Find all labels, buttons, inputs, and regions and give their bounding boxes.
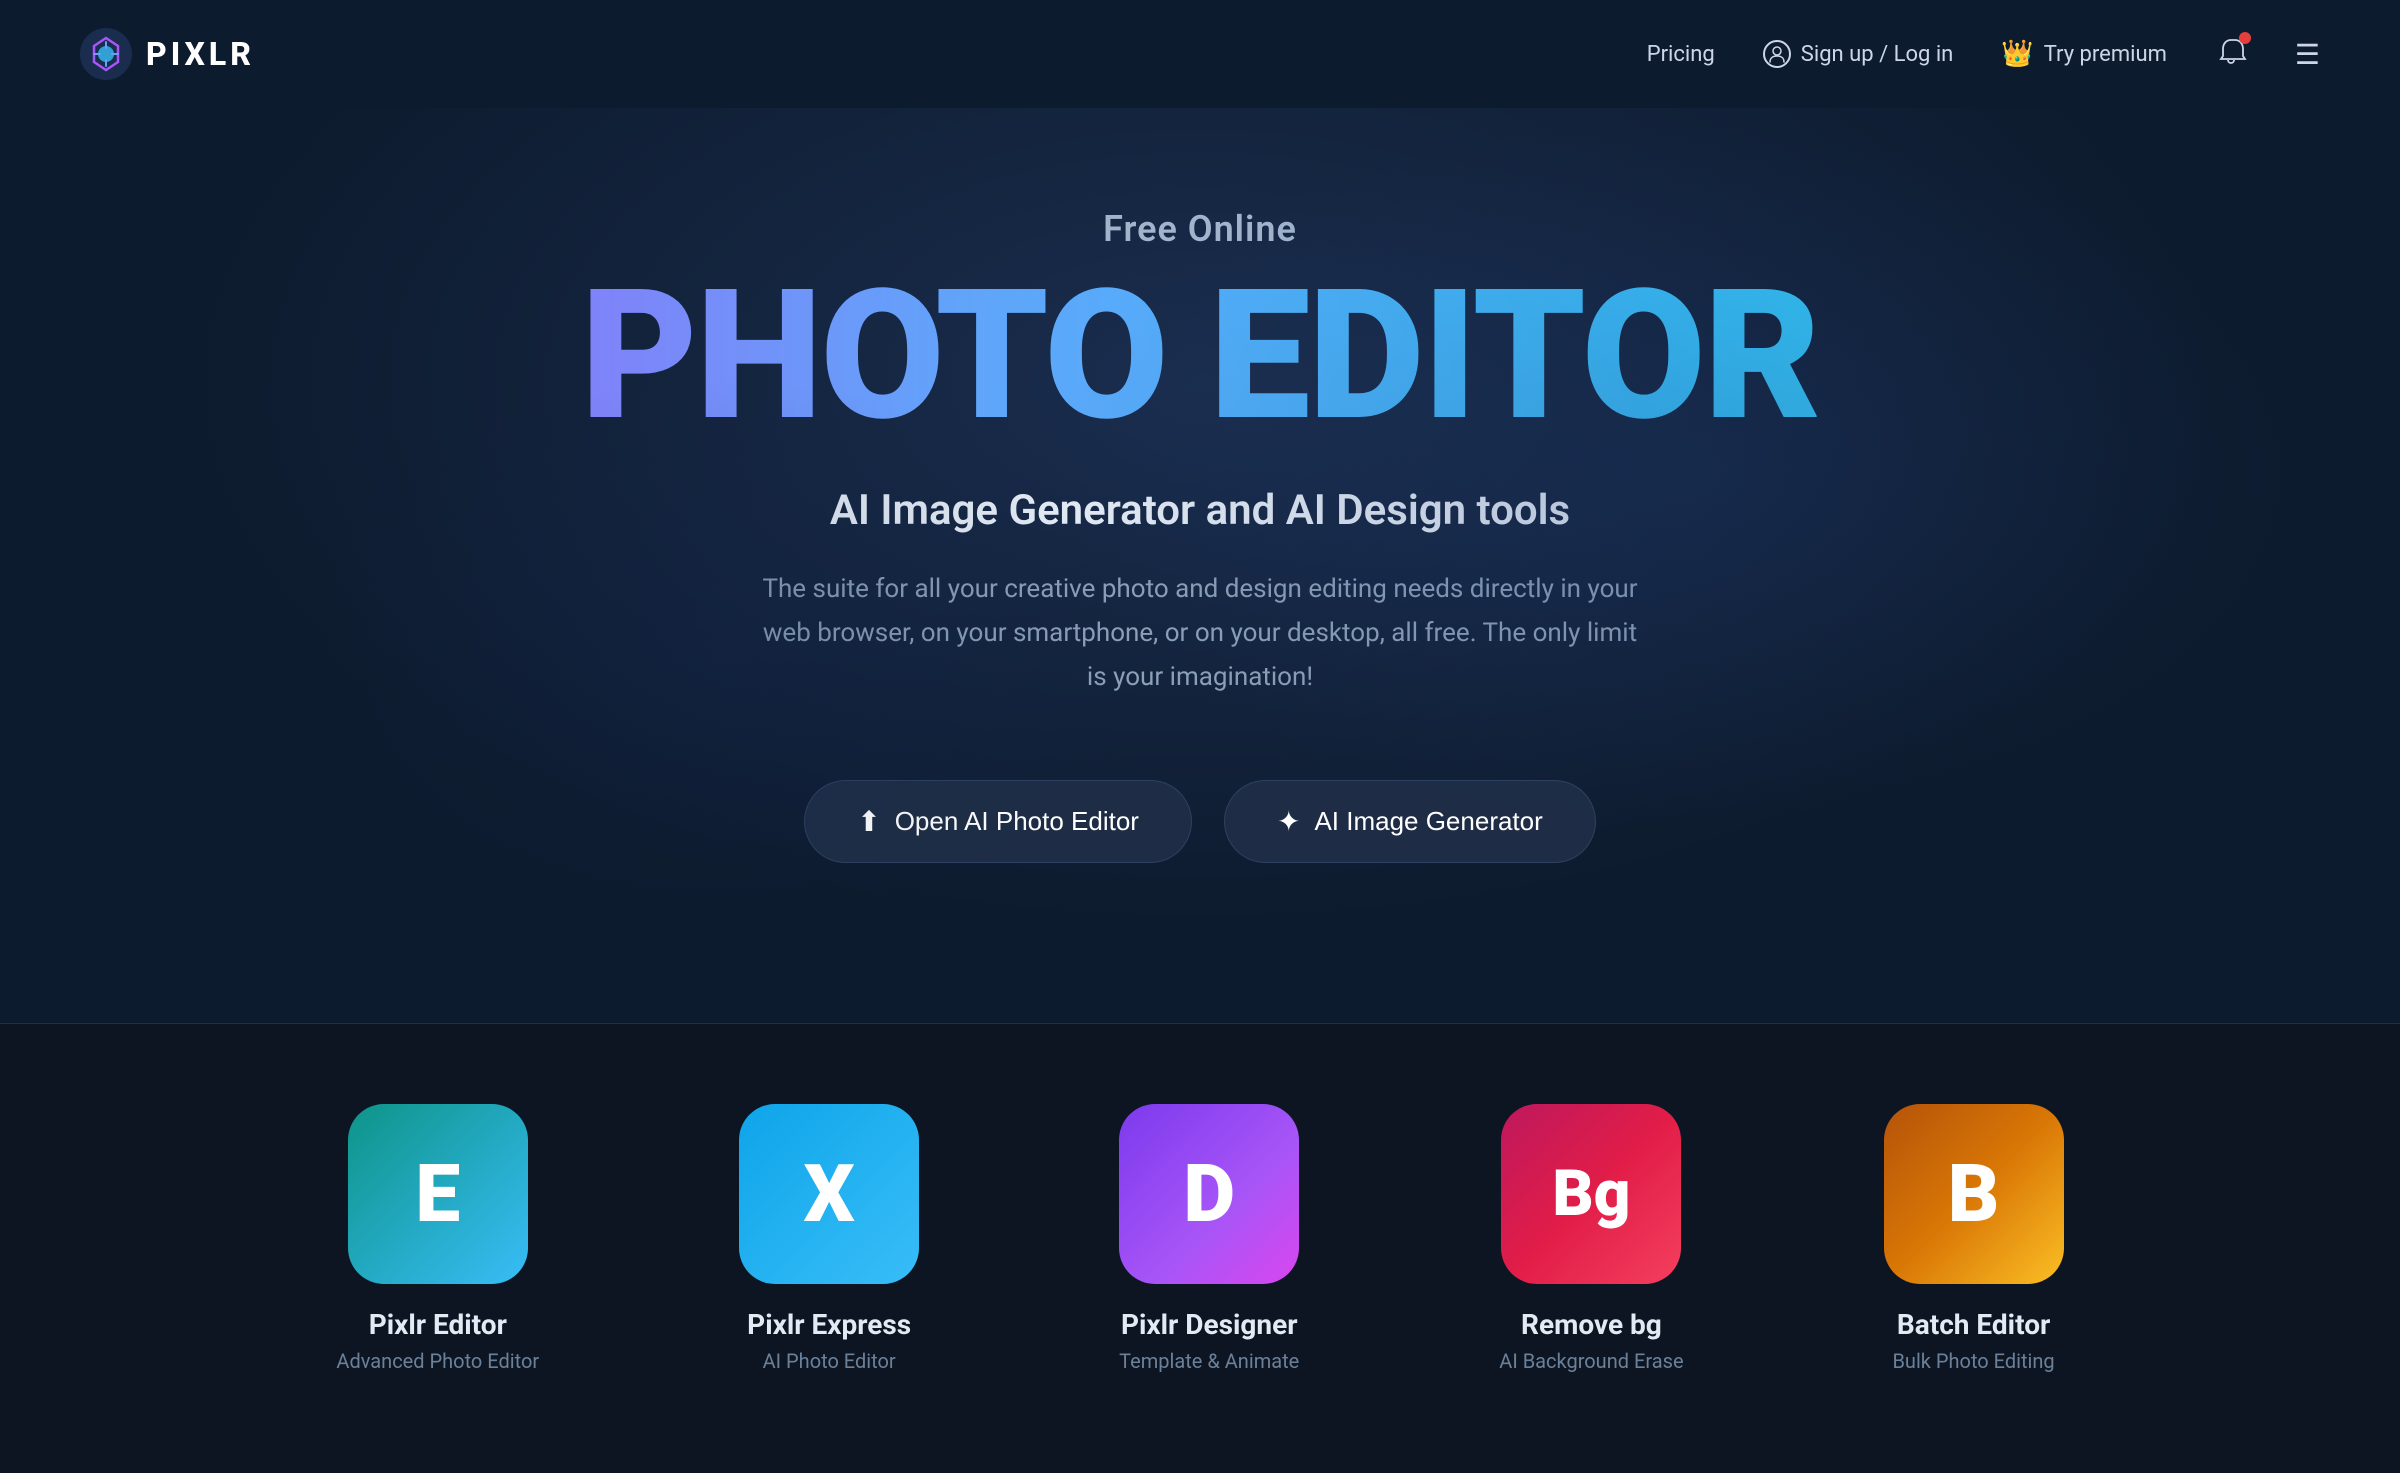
removebg-letter: Bg [1552,1156,1630,1231]
designer-name: Pixlr Designer [1121,1308,1298,1341]
premium-label: Try premium [2044,42,2167,67]
hero-subtitle: AI Image Generator and AI Design tools [80,486,2320,535]
express-name: Pixlr Express [747,1308,911,1341]
notification-dot [2239,32,2251,44]
batch-name: Batch Editor [1897,1308,2050,1341]
ai-generator-label: AI Image Generator [1314,806,1542,837]
app-item-designer[interactable]: D Pixlr Designer Template & Animate [1119,1104,1299,1373]
app-item-express[interactable]: X Pixlr Express AI Photo Editor [739,1104,919,1373]
signup-label: Sign up / Log in [1801,42,1954,67]
crown-icon: 👑 [2001,39,2033,69]
designer-tagline: Template & Animate [1119,1349,1299,1373]
hero-description: The suite for all your creative photo an… [750,567,1650,700]
nav-actions: Pricing Sign up / Log in 👑 Try premium ☰ [1647,36,2320,72]
designer-icon: D [1119,1104,1299,1284]
wand-icon: ✦ [1277,805,1300,838]
app-item-removebg[interactable]: Bg Remove bg AI Background Erase [1499,1104,1683,1373]
ai-generator-button[interactable]: ✦ AI Image Generator [1224,780,1596,863]
signup-link[interactable]: Sign up / Log in [1763,40,1954,68]
pixlr-logo-icon [80,28,132,80]
logo[interactable]: PIXLR [80,28,255,80]
hero-free-online: Free Online [80,208,2320,250]
hamburger-menu[interactable]: ☰ [2295,38,2320,71]
removebg-icon: Bg [1501,1104,1681,1284]
app-item-batch[interactable]: B Batch Editor Bulk Photo Editing [1884,1104,2064,1373]
app-item-editor[interactable]: E Pixlr Editor Advanced Photo Editor [336,1104,539,1373]
apps-grid: E Pixlr Editor Advanced Photo Editor X P… [80,1104,2320,1373]
express-icon: X [739,1104,919,1284]
express-tagline: AI Photo Editor [763,1349,896,1373]
editor-name: Pixlr Editor [369,1308,507,1341]
hero-section: Free Online PHOTO EDITOR AI Image Genera… [0,108,2400,1024]
open-editor-button[interactable]: ⬆ Open AI Photo Editor [804,780,1192,863]
editor-icon: E [348,1104,528,1284]
navbar: PIXLR Pricing Sign up / Log in 👑 Try pre… [0,0,2400,108]
removebg-name: Remove bg [1521,1308,1662,1341]
apps-section: E Pixlr Editor Advanced Photo Editor X P… [0,1024,2400,1473]
premium-link[interactable]: 👑 Try premium [2001,39,2167,69]
editor-tagline: Advanced Photo Editor [336,1349,539,1373]
open-editor-label: Open AI Photo Editor [895,806,1139,837]
notifications-bell[interactable] [2215,36,2247,72]
logo-text: PIXLR [146,35,255,73]
hero-cta-buttons: ⬆ Open AI Photo Editor ✦ AI Image Genera… [80,780,2320,863]
pricing-link[interactable]: Pricing [1647,42,1715,67]
user-icon [1763,40,1791,68]
removebg-tagline: AI Background Erase [1499,1349,1683,1373]
batch-icon: B [1884,1104,2064,1284]
upload-icon: ⬆ [857,805,880,838]
batch-tagline: Bulk Photo Editing [1892,1349,2054,1373]
hero-title: PHOTO EDITOR [80,266,2320,446]
